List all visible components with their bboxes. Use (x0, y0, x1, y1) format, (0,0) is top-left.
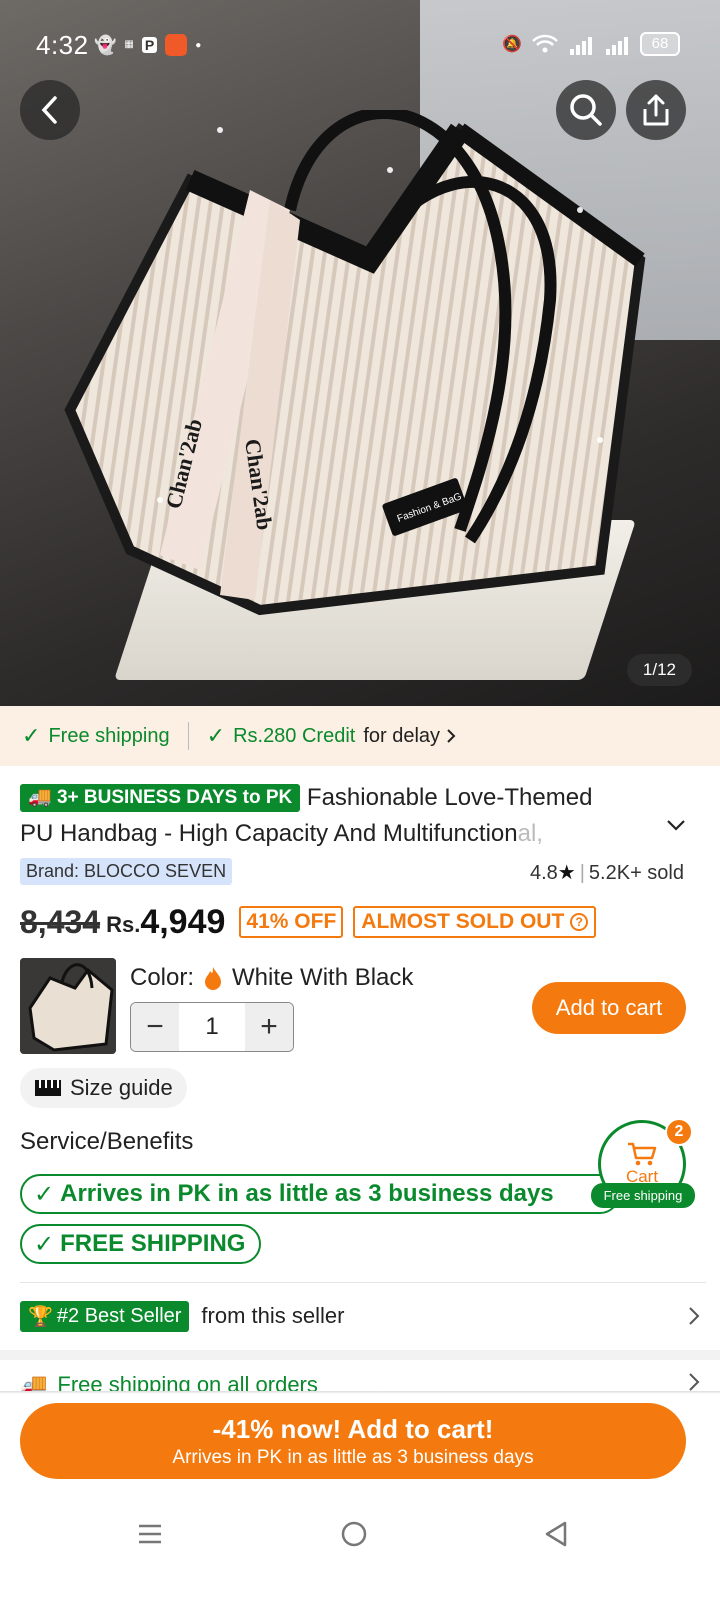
search-icon (570, 94, 602, 126)
cta-line-2: Arrives in PK in as little as 3 business… (172, 1446, 534, 1468)
free-shipping-text: Free shipping (48, 724, 170, 747)
delivery-badge-text: 3+ BUSINESS DAYS to PK (56, 787, 293, 808)
menu-icon (139, 1524, 161, 1544)
truck-icon: 🚚 (20, 1372, 48, 1392)
quantity-value[interactable]: 1 (179, 1003, 245, 1051)
free-shipping-pill: ✓ FREE SHIPPING (20, 1224, 262, 1264)
cta-line-1: -41% now! Add to cart! (212, 1413, 494, 1444)
arrival-benefit-pill: ✓ Arrives in PK in as little as 3 busine… (20, 1174, 620, 1214)
title-line-1: Fashionable Love-Themed (306, 784, 593, 811)
product-photo-handbag: Fashion & BaG Chan'2ab Chan'2ab (64, 110, 646, 616)
size-guide-label: Size guide (70, 1075, 173, 1100)
back-triangle-icon (545, 1521, 567, 1547)
ruler-icon (35, 1080, 61, 1096)
checkmark-icon: ✓ (34, 1180, 55, 1208)
share-icon (643, 94, 669, 126)
search-button[interactable] (556, 80, 616, 140)
add-to-cart-button[interactable]: Add to cart (532, 982, 686, 1034)
battery-indicator: 68 (640, 32, 680, 56)
chevron-right-icon (689, 1307, 700, 1325)
divider (20, 1282, 706, 1283)
help-icon: ? (570, 913, 589, 931)
chevron-right-icon (447, 729, 456, 743)
wifi-icon (532, 34, 558, 53)
product-title: 🚚 3+ BUSINESS DAYS to PK Fashionable Lov… (20, 780, 660, 852)
stock-status-text: ALMOST SOLD OUT (361, 910, 565, 933)
best-seller-text: from this seller (201, 1303, 345, 1328)
quantity-stepper[interactable]: − 1 + (130, 1002, 294, 1052)
minus-icon: − (146, 1010, 164, 1043)
price-row: 8,434 Rs. 4,949 41% OFF ALMOST SOLD OUT … (20, 900, 597, 944)
rating-value: 4.8 (529, 862, 558, 884)
chevron-right-icon (689, 1373, 700, 1391)
free-shipping-all-orders-row[interactable]: 🚚 Free shipping on all orders (20, 1372, 700, 1392)
checkmark-icon: ✓ (206, 723, 226, 748)
original-price: 8,434 (20, 903, 101, 940)
recent-apps-button[interactable] (120, 1512, 180, 1556)
signal-4g-icon (570, 37, 592, 55)
back-button[interactable] (20, 80, 80, 140)
brand-tag[interactable]: Brand: BLOCCO SEVEN (20, 858, 233, 885)
app-icon (165, 34, 188, 56)
checkmark-icon: ✓ (34, 1230, 55, 1258)
add-to-cart-cta-button[interactable]: -41% now! Add to cart! Arrives in PK in … (20, 1403, 686, 1479)
star-icon: ★ (557, 862, 576, 884)
credit-suffix: for delay (363, 724, 441, 747)
share-button[interactable] (626, 80, 686, 140)
title-line-2: PU Handbag - High Capacity And Multifunc… (20, 820, 518, 847)
rating-divider: | (579, 862, 585, 884)
free-shipping-pill-text: FREE SHIPPING (60, 1230, 246, 1257)
divider (187, 722, 189, 750)
checkmark-icon: ✓ (22, 723, 41, 748)
plus-icon: + (260, 1010, 278, 1043)
currency: Rs. (106, 912, 141, 937)
sale-price: 4,949 (140, 902, 226, 941)
decrease-button[interactable]: − (131, 1003, 179, 1051)
variant-thumbnail[interactable] (20, 958, 116, 1054)
fire-icon (205, 967, 222, 990)
cart-free-shipping-tag: Free shipping (591, 1183, 695, 1208)
delivery-badge: 🚚 3+ BUSINESS DAYS to PK (20, 784, 301, 812)
back-nav-button[interactable] (526, 1512, 586, 1556)
size-guide-button[interactable]: Size guide (20, 1068, 187, 1108)
expand-title-chevron-down-icon[interactable] (666, 818, 686, 832)
sold-count: 5.2K+ sold (588, 862, 684, 884)
color-value: White With Black (232, 964, 414, 991)
color-label: Color: White With Black (130, 964, 413, 992)
product-image-gallery[interactable]: Fashion & BaG Chan'2ab Chan'2ab 4:32 👻 ▦… (0, 0, 720, 720)
stock-status-badge[interactable]: ALMOST SOLD OUT ? (353, 906, 597, 938)
home-button[interactable] (324, 1512, 384, 1556)
temu-icon: ▦ (124, 39, 134, 50)
bottom-bar-shadow (0, 1391, 720, 1394)
dot-icon: ● (195, 39, 202, 51)
section-separator (0, 1350, 720, 1360)
snapchat-icon: 👻 (94, 34, 117, 55)
chevron-left-icon (41, 96, 57, 124)
color-label-text: Color: (130, 964, 195, 991)
image-counter: 1/12 (626, 654, 692, 686)
home-circle-icon (341, 1521, 367, 1547)
parking-icon: P (141, 37, 158, 53)
cart-icon (628, 1142, 657, 1166)
mute-icon: 🔕 (502, 36, 522, 53)
best-seller-badge: 🏆 #2 Best Seller (20, 1300, 190, 1332)
variant-thumbnail-image (20, 958, 116, 1054)
status-bar: 4:32 👻 ▦ P ● 🔕 68 (0, 0, 720, 90)
truck-icon: 🚚 (28, 787, 52, 808)
discount-badge: 41% OFF (239, 906, 344, 938)
cart-count-badge: 2 (665, 1118, 693, 1146)
trophy-icon: 🏆 (28, 1305, 53, 1328)
status-time: 4:32 (36, 30, 89, 60)
signal-4-5g-icon (606, 37, 628, 55)
increase-button[interactable]: + (245, 1003, 293, 1051)
service-benefits-title: Service/Benefits (20, 1128, 194, 1155)
arrival-benefit-text: Arrives in PK in as little as 3 business… (60, 1180, 554, 1207)
shipping-benefits-strip[interactable]: ✓ Free shipping ✓ Rs.280 Credit for dela… (0, 706, 720, 766)
best-seller-badge-text: #2 Best Seller (56, 1304, 182, 1327)
rating-sold[interactable]: 4.8★ | 5.2K+ sold (530, 860, 684, 885)
best-seller-row[interactable]: 🏆 #2 Best Seller from this seller (20, 1298, 700, 1334)
title-fade: al, (517, 820, 543, 847)
credit-amount: Rs.280 Credit (233, 724, 356, 747)
free-shipping-all-orders-text: Free shipping on all orders (57, 1372, 318, 1392)
